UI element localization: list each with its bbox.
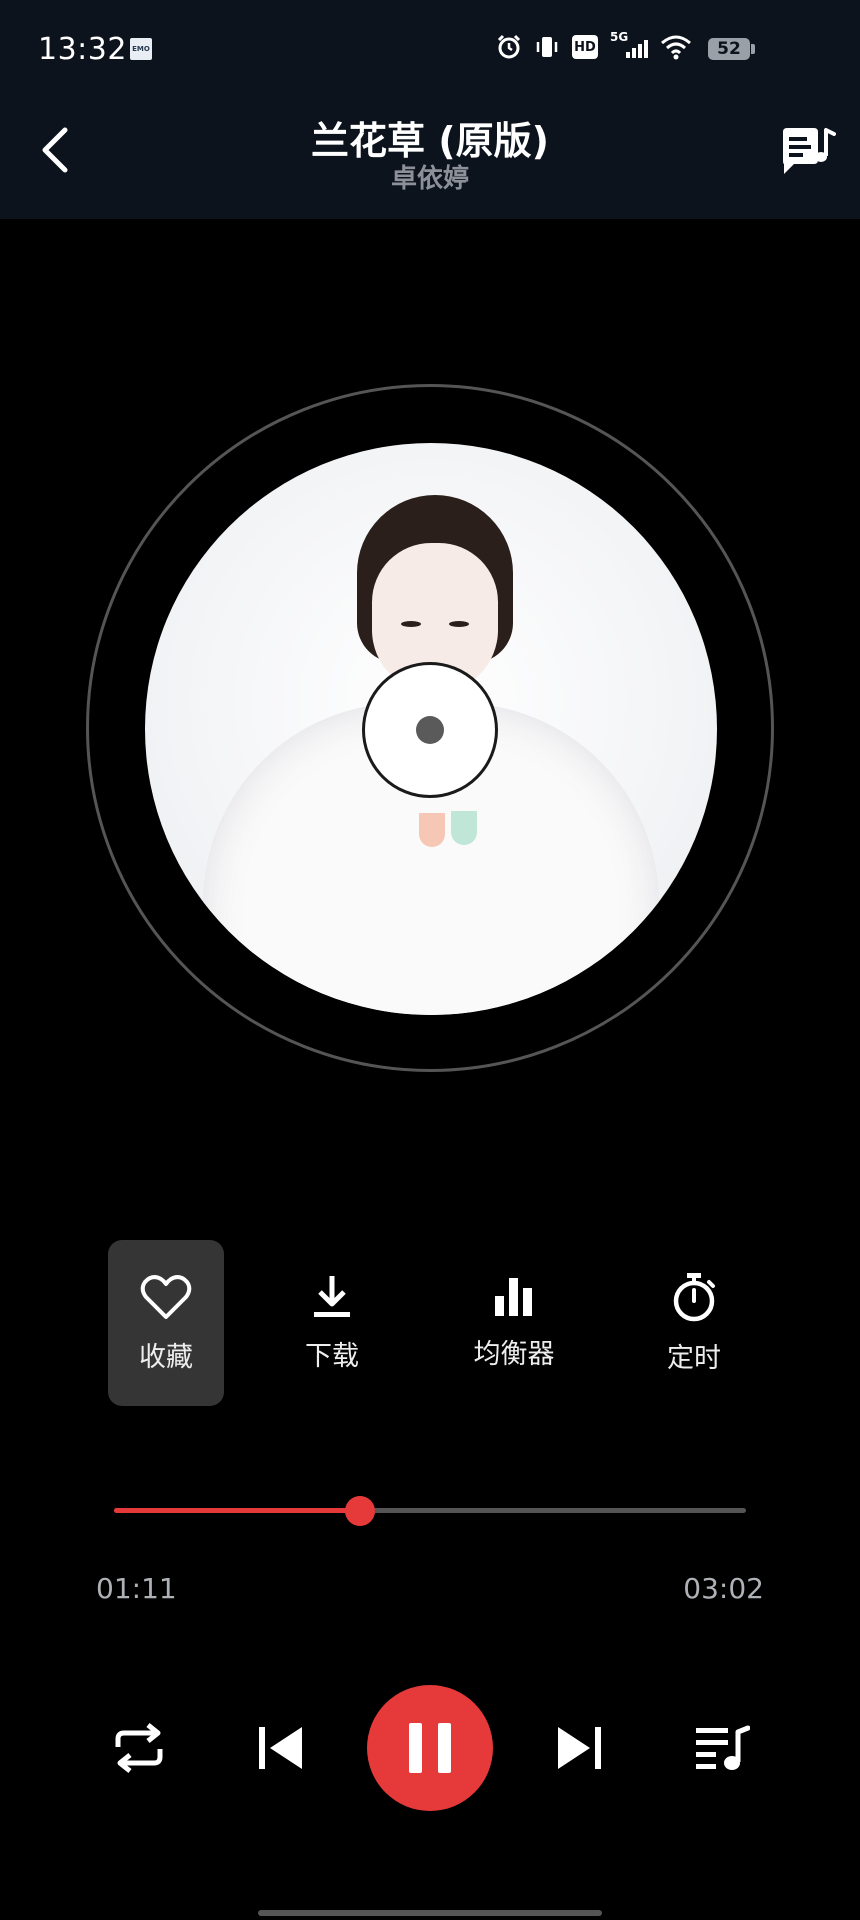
favorite-label: 收藏 [139, 1341, 193, 1373]
album-art-eye-left [401, 621, 421, 627]
status-icons: HD 5G [496, 30, 692, 60]
playlist-button[interactable] [692, 1720, 752, 1776]
current-time: 01:11 [96, 1572, 177, 1605]
next-button[interactable] [552, 1720, 608, 1776]
artist-name: 卓依婷 [390, 164, 469, 194]
action-row: 收藏 下载 均衡器 定时 [108, 1240, 748, 1406]
signal-indicator: 5G [610, 30, 648, 60]
progress-thumb[interactable] [345, 1496, 376, 1526]
repeat-button[interactable] [108, 1718, 170, 1778]
heart-icon [140, 1274, 192, 1319]
status-time: 13:32 [38, 32, 127, 67]
previous-icon [259, 1727, 302, 1769]
song-title: 兰花草 (原版) [311, 119, 549, 163]
pause-button[interactable] [367, 1685, 493, 1811]
album-art-collar-left [419, 813, 445, 847]
hd-badge: HD [572, 35, 598, 59]
timer-button[interactable]: 定时 [636, 1240, 752, 1406]
playlist-icon [696, 1725, 750, 1770]
timer-icon [673, 1272, 715, 1321]
timer-label: 定时 [667, 1342, 721, 1374]
progress-slider[interactable] [114, 1496, 746, 1526]
signal-icon [626, 40, 648, 58]
status-bar: 13:32 EMO HD 5G 52 [0, 0, 860, 100]
alarm-icon [497, 34, 521, 59]
album-art-collar-right [451, 811, 477, 845]
battery-indicator: 52 [708, 38, 755, 60]
favorite-button[interactable]: 收藏 [108, 1240, 224, 1406]
notification-app-icon: EMO [130, 38, 152, 60]
equalizer-icon [495, 1277, 532, 1316]
wifi-icon [661, 35, 691, 60]
previous-button[interactable] [252, 1720, 308, 1776]
disc-spindle [416, 716, 444, 744]
download-button[interactable]: 下载 [274, 1240, 390, 1406]
lyrics-button[interactable] [778, 124, 838, 180]
album-art-eye-right [449, 621, 469, 627]
vibrate-icon [536, 37, 558, 57]
download-icon [314, 1275, 350, 1317]
total-time: 03:02 [683, 1572, 764, 1605]
top-bar: 13:32 EMO HD 5G 52 兰花草 (原版) 卓依婷 [0, 0, 860, 219]
disc-center-hole [362, 662, 498, 798]
equalizer-button[interactable]: 均衡器 [456, 1240, 572, 1406]
next-icon [558, 1727, 601, 1769]
progress-fill [114, 1508, 361, 1513]
home-indicator[interactable] [258, 1910, 602, 1916]
pause-icon [409, 1723, 451, 1773]
repeat-icon [115, 1723, 163, 1773]
lyrics-icon [783, 128, 836, 174]
download-label: 下载 [305, 1340, 359, 1372]
equalizer-label: 均衡器 [473, 1338, 555, 1370]
